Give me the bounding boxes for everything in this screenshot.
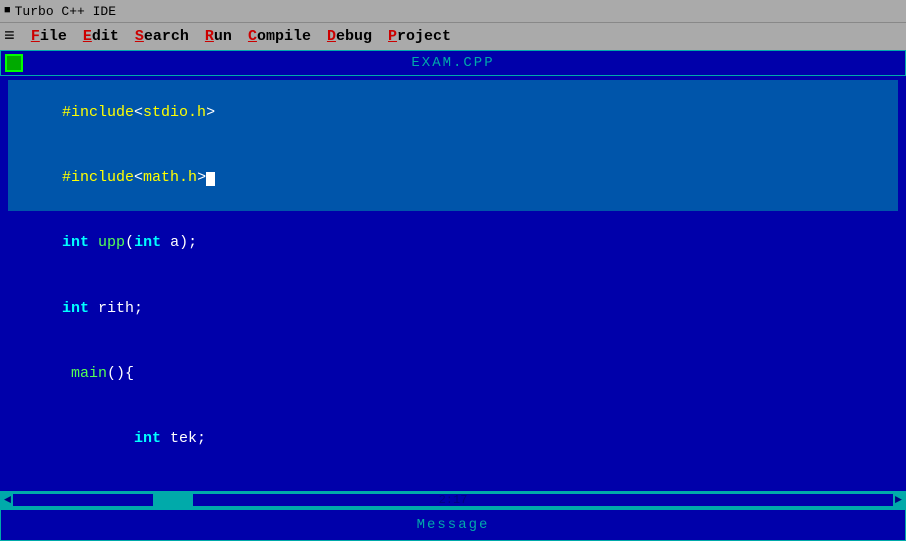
menu-search[interactable]: Search <box>127 26 197 47</box>
code-line-2: #include<math.h> <box>8 145 898 210</box>
cursor-position: 2:17 <box>439 493 468 507</box>
code-line-4: int rith; <box>8 276 898 341</box>
scroll-thumb[interactable] <box>153 494 193 506</box>
code-line-1: #include<stdio.h> <box>8 80 898 145</box>
menu-compile[interactable]: Compile <box>240 26 319 47</box>
code-line-3: int upp(int a); <box>8 211 898 276</box>
tab-indicator <box>5 54 23 72</box>
app-title: Turbo C++ IDE <box>15 4 116 19</box>
menu-run[interactable]: Run <box>197 26 240 47</box>
message-bar: Message <box>0 509 906 541</box>
hamburger-menu[interactable]: ≡ <box>4 27 15 47</box>
menu-project[interactable]: Project <box>380 26 459 47</box>
message-label: Message <box>417 517 490 533</box>
tab-bar: EXAM.CPP <box>0 50 906 76</box>
scroll-right-arrow[interactable]: ► <box>895 493 902 507</box>
menu-bar: ≡ File Edit Search Run Compile Debug Pro… <box>0 22 906 50</box>
editor-container: EXAM.CPP #include<stdio.h> #include<math… <box>0 50 906 541</box>
menu-debug[interactable]: Debug <box>319 26 380 47</box>
file-name: EXAM.CPP <box>411 55 494 71</box>
code-line-6: int tek; <box>8 406 898 471</box>
status-bar: ◄ ► 2:17 <box>0 491 906 509</box>
code-line-5: main(){ <box>8 341 898 406</box>
title-bar: ■ Turbo C++ IDE <box>0 0 906 22</box>
menu-edit[interactable]: Edit <box>75 26 127 47</box>
scroll-left-arrow[interactable]: ◄ <box>4 493 11 507</box>
code-line-7: printf("Hello turbo c++\n"); <box>8 472 898 492</box>
app-icon: ■ <box>4 5 11 17</box>
menu-file[interactable]: File <box>23 26 75 47</box>
code-area[interactable]: #include<stdio.h> #include<math.h> int u… <box>0 76 906 491</box>
